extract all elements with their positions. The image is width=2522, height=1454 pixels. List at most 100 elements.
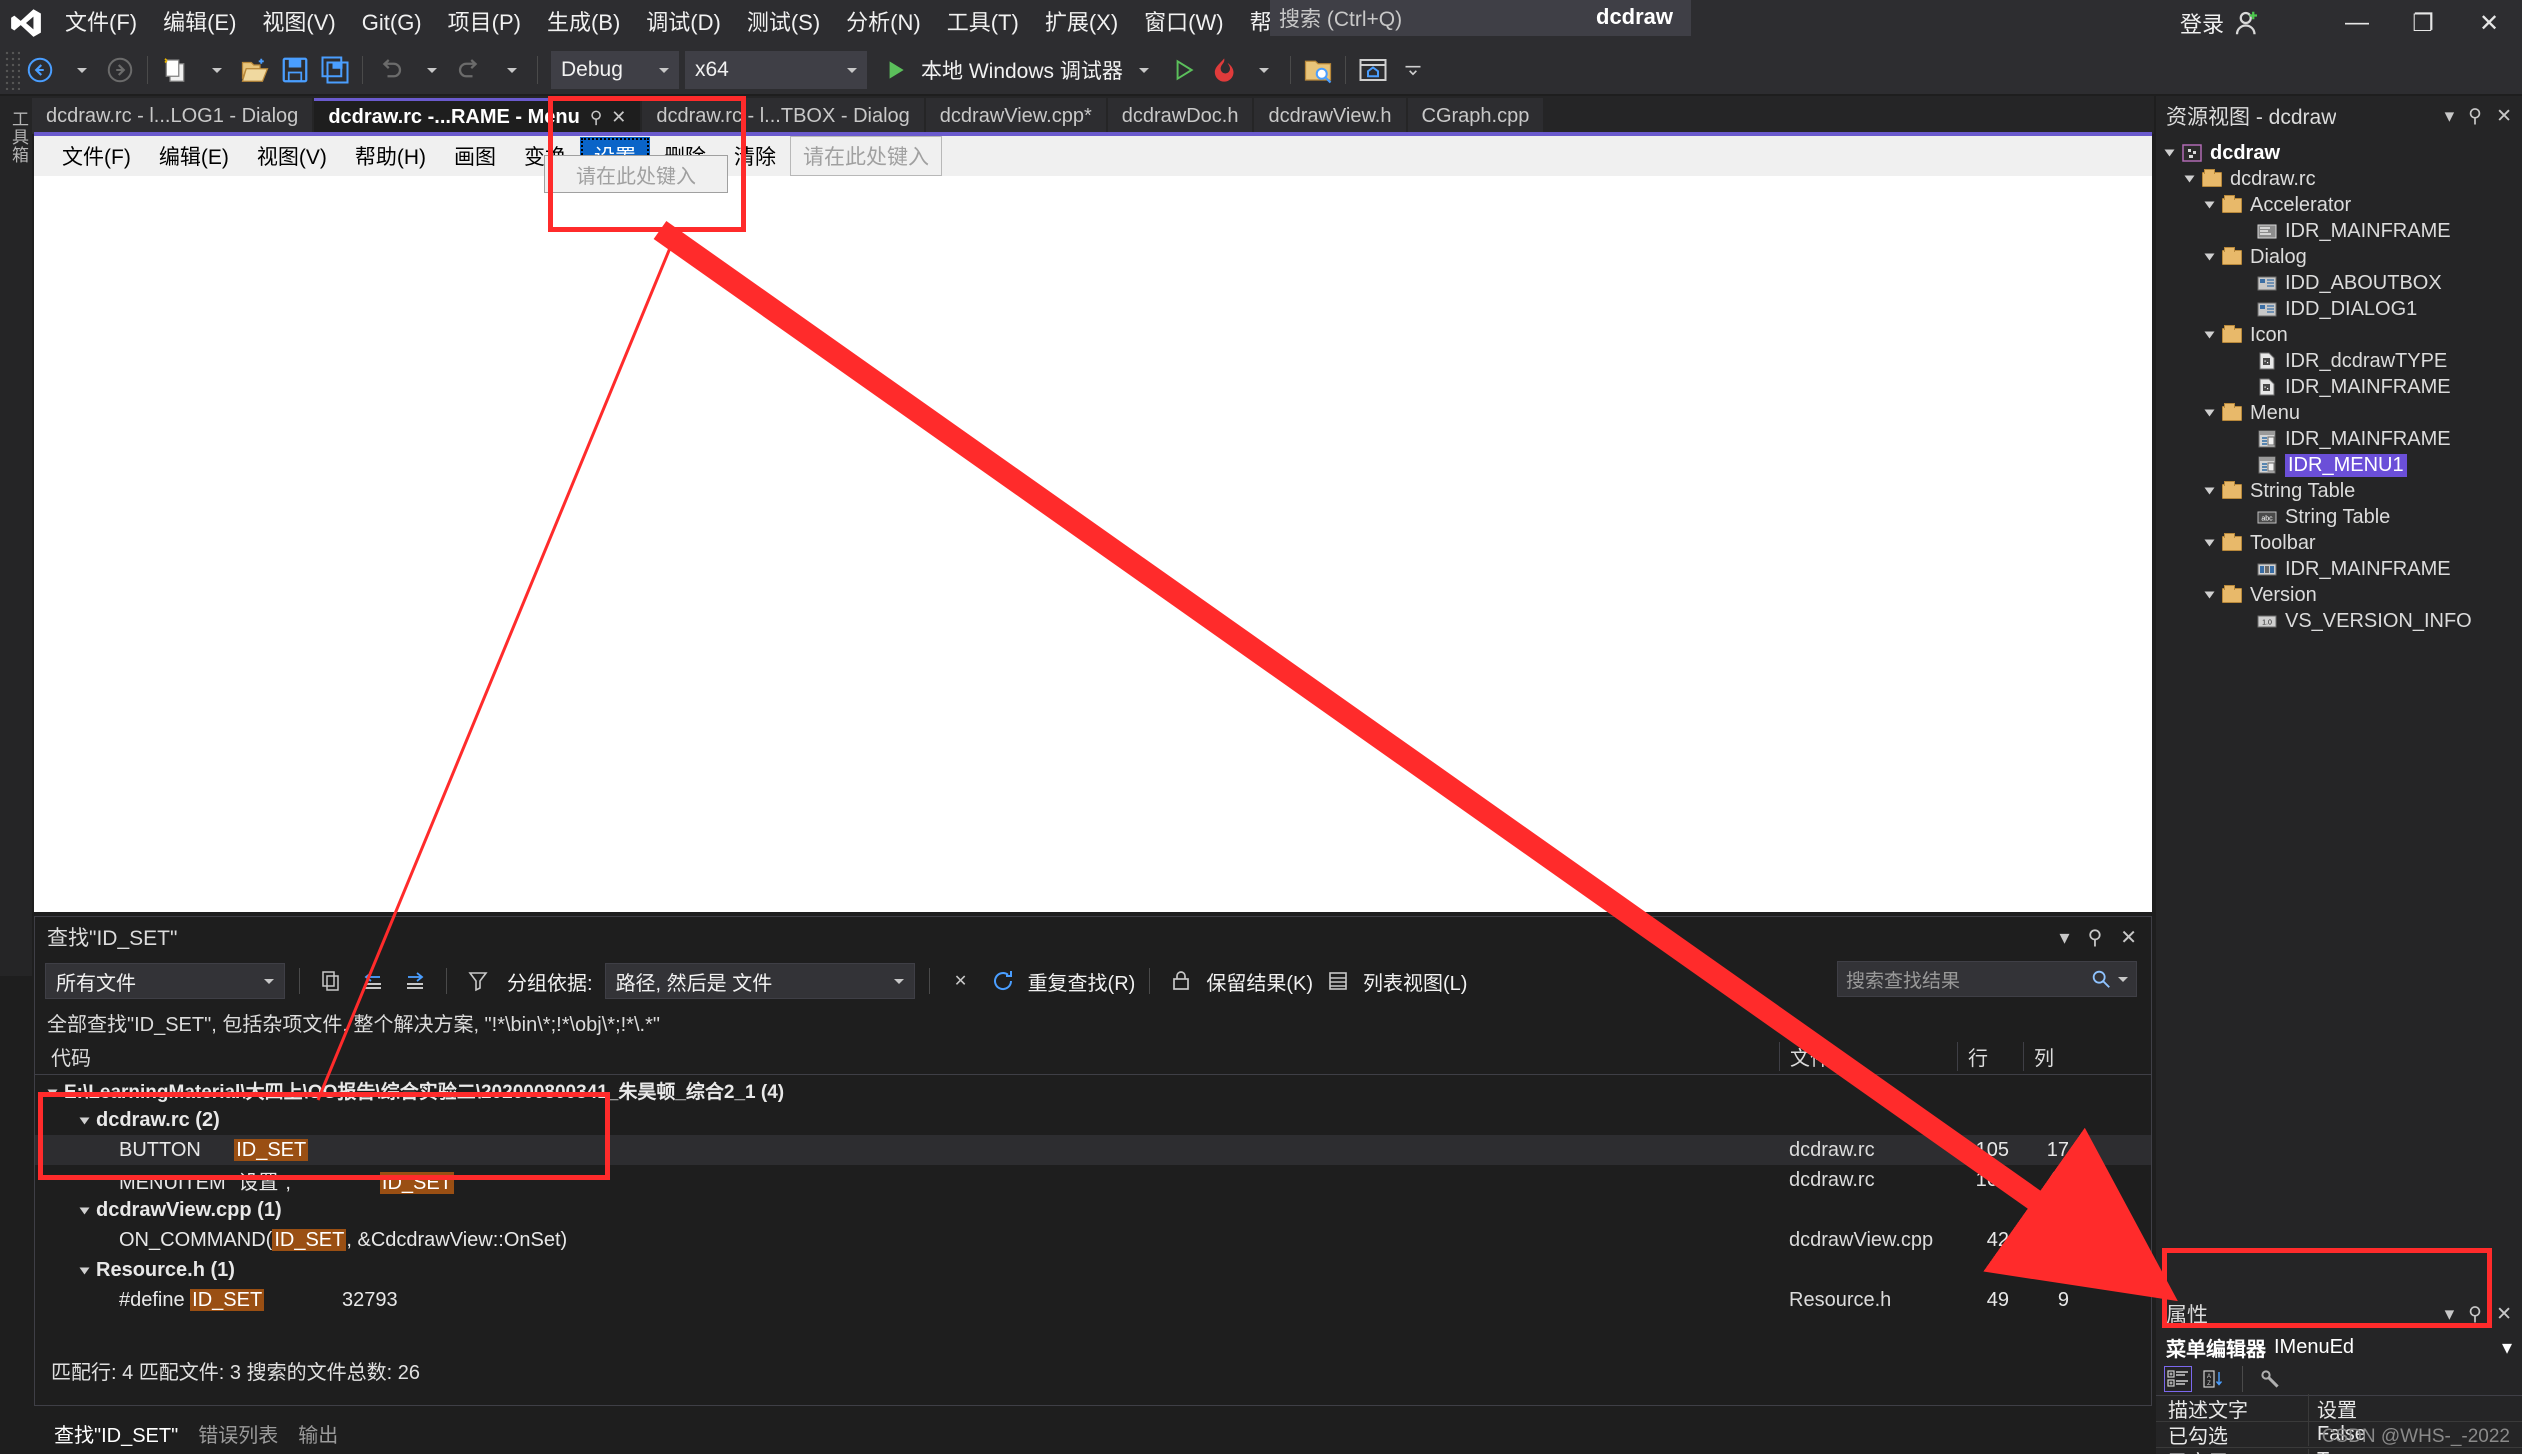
table-row[interactable]: E:\LearningMaterial\大四上\OO报告\综合实验二\20200… [35, 1075, 2151, 1105]
menu-edit[interactable]: 编辑(E) [150, 0, 249, 46]
menu-tools[interactable]: 工具(T) [934, 0, 1032, 46]
minimize-button[interactable]: — [2324, 0, 2390, 46]
categorized-view-button[interactable] [2164, 1365, 2192, 1392]
hot-reload-dropdown[interactable] [1243, 50, 1283, 90]
restore-button[interactable]: ❐ [2390, 0, 2456, 46]
home-window-button[interactable] [1353, 50, 1393, 90]
navigate-forward-button[interactable] [100, 50, 140, 90]
close-button[interactable]: ✕ [2456, 0, 2522, 46]
tree-node-menu-folder[interactable]: Menu [2156, 400, 2522, 426]
show-all-files-button[interactable] [1298, 50, 1338, 90]
solution-name-chip[interactable]: dcdraw [1578, 0, 1692, 36]
redo-button[interactable] [450, 50, 490, 90]
open-file-button[interactable] [235, 50, 275, 90]
scope-combo[interactable]: 所有文件 [45, 963, 285, 999]
start-debugging-button[interactable] [875, 50, 915, 90]
chevron-down-icon[interactable]: ▾ [2502, 1335, 2512, 1360]
lock-icon[interactable] [1164, 964, 1198, 998]
expander-icon[interactable] [47, 1089, 58, 1096]
chevron-down-icon[interactable]: ▾ [2060, 925, 2070, 950]
clear-results-icon[interactable]: ✕ [944, 964, 978, 998]
sign-in-area[interactable]: 登录 [2180, 0, 2262, 46]
table-row[interactable]: ON_COMMAND(ID_SET, &CdcdrawView::OnSet) … [35, 1225, 2151, 1255]
designer-menu-clear[interactable]: 清除 [720, 137, 790, 175]
save-all-button[interactable] [315, 50, 355, 90]
expander-icon[interactable] [79, 1207, 90, 1214]
menu-analyze[interactable]: 分析(N) [833, 0, 934, 46]
expander-icon[interactable] [2204, 201, 2215, 209]
tree-node-toolbar-folder[interactable]: Toolbar [2156, 530, 2522, 556]
expander-icon[interactable] [2204, 331, 2215, 339]
menu-file[interactable]: 文件(F) [52, 0, 150, 46]
bottom-tab-error-list[interactable]: 错误列表 [198, 1419, 278, 1448]
tree-node-stringtable[interactable]: abc String Table [2156, 504, 2522, 530]
expander-icon[interactable] [2204, 539, 2215, 547]
pin-icon[interactable]: ⚲ [590, 108, 602, 128]
expander-icon[interactable] [2204, 487, 2215, 495]
solution-configuration-combo[interactable]: Debug [551, 51, 679, 89]
filter-icon[interactable] [461, 964, 495, 998]
designer-menu-file[interactable]: 文件(F) [48, 137, 145, 175]
redo-dropdown[interactable] [490, 50, 530, 90]
table-row[interactable]: dcdraw.rc (2) [35, 1105, 2151, 1135]
repeat-search-icon[interactable] [986, 964, 1020, 998]
tab-dcdrawview-h[interactable]: dcdrawView.h [1254, 98, 1406, 134]
property-row[interactable]: 描述文字 设置 [2156, 1394, 2522, 1423]
tab-dialog1[interactable]: dcdraw.rc - l...LOG1 - Dialog [32, 98, 313, 134]
tree-node-accelerator-mainframe[interactable]: IDR_MAINFRAME [2156, 218, 2522, 244]
tree-node-idr-dcdrawtype[interactable]: IDR_dcdrawTYPE [2156, 348, 2522, 374]
tree-node-icon-folder[interactable]: Icon [2156, 322, 2522, 348]
tree-node-version-folder[interactable]: Version [2156, 582, 2522, 608]
toolbar-grip[interactable] [4, 50, 20, 90]
bottom-tab-output[interactable]: 输出 [298, 1419, 338, 1448]
designer-menu-new-placeholder[interactable]: 请在此处键入 [789, 136, 942, 176]
start-debugging-dropdown[interactable] [1123, 50, 1163, 90]
table-row[interactable]: Resource.h (1) [35, 1255, 2151, 1285]
tree-node-dcdraw-rc[interactable]: dcdraw.rc [2156, 166, 2522, 192]
alphabetical-view-button[interactable]: AZ [2200, 1366, 2228, 1392]
expander-icon[interactable] [2204, 409, 2215, 417]
repeat-search-label[interactable]: 重复查找(R) [1028, 967, 1136, 996]
tab-dcdrawdoc-h[interactable]: dcdrawDoc.h [1107, 98, 1253, 134]
column-header-line[interactable]: 行 [1957, 1042, 2023, 1071]
list-view-icon[interactable] [1321, 964, 1355, 998]
chevron-down-icon[interactable] [2118, 976, 2128, 982]
designer-menu-draw[interactable]: 画图 [440, 137, 510, 175]
column-header-col[interactable]: 列 [2023, 1042, 2089, 1071]
menu-project[interactable]: 项目(P) [435, 0, 534, 46]
properties-object-selector[interactable]: 菜单编辑器 IMenuEd ▾ [2156, 1332, 2522, 1362]
navigate-back-button[interactable] [20, 50, 60, 90]
column-header-file[interactable]: 文件 [1779, 1042, 1957, 1071]
tree-node-vs-version-info[interactable]: 1.0 VS_VERSION_INFO [2156, 608, 2522, 634]
property-value[interactable]: True [2308, 1449, 2522, 1454]
tab-cgraph-cpp[interactable]: CGraph.cpp [1407, 98, 1544, 134]
tree-node-icon-mainframe[interactable]: IDR_MAINFRAME [2156, 374, 2522, 400]
tree-node-dialog[interactable]: Dialog [2156, 244, 2522, 270]
close-icon[interactable]: ✕ [2496, 105, 2512, 128]
undo-dropdown[interactable] [410, 50, 450, 90]
designer-menu-help[interactable]: 帮助(H) [341, 137, 440, 175]
chevron-down-icon[interactable]: ▾ [2445, 1303, 2455, 1326]
tab-toolbox-dialog[interactable]: dcdraw.rc - l...TBOX - Dialog [642, 98, 924, 134]
menu-extensions[interactable]: 扩展(X) [1032, 0, 1131, 46]
chevron-down-icon[interactable]: ▾ [2445, 105, 2455, 128]
start-without-debugging-button[interactable] [1163, 50, 1203, 90]
property-row[interactable]: 已启用 True [2156, 1448, 2522, 1454]
tree-node-menu-idr-menu1[interactable]: IDR_MENU1 [2156, 452, 2522, 478]
bottom-tab-find-results[interactable]: 查找"ID_SET" [54, 1419, 178, 1448]
pin-icon[interactable]: ⚲ [2088, 925, 2103, 950]
undo-button[interactable] [370, 50, 410, 90]
keep-results-label[interactable]: 保留结果(K) [1206, 967, 1313, 996]
designer-submenu-placeholder[interactable]: 请在此处键入 [544, 155, 728, 193]
tab-mainframe-menu[interactable]: dcdraw.rc -...RAME - Menu ⚲ ✕ [314, 98, 641, 134]
list-view-label[interactable]: 列表视图(L) [1363, 967, 1467, 996]
tree-node-idd-dialog1[interactable]: IDD_DIALOG1 [2156, 296, 2522, 322]
find-results-search-input[interactable]: 搜索查找结果 [1837, 961, 2137, 997]
close-icon[interactable]: ✕ [611, 107, 626, 128]
tree-node-toolbar-mainframe[interactable]: IDR_MAINFRAME [2156, 556, 2522, 582]
solution-platform-combo[interactable]: x64 [685, 51, 867, 89]
close-icon[interactable]: ✕ [2120, 925, 2137, 950]
save-button[interactable] [275, 50, 315, 90]
table-row[interactable]: dcdrawView.cpp (1) [35, 1195, 2151, 1225]
menu-test[interactable]: 测试(S) [734, 0, 833, 46]
